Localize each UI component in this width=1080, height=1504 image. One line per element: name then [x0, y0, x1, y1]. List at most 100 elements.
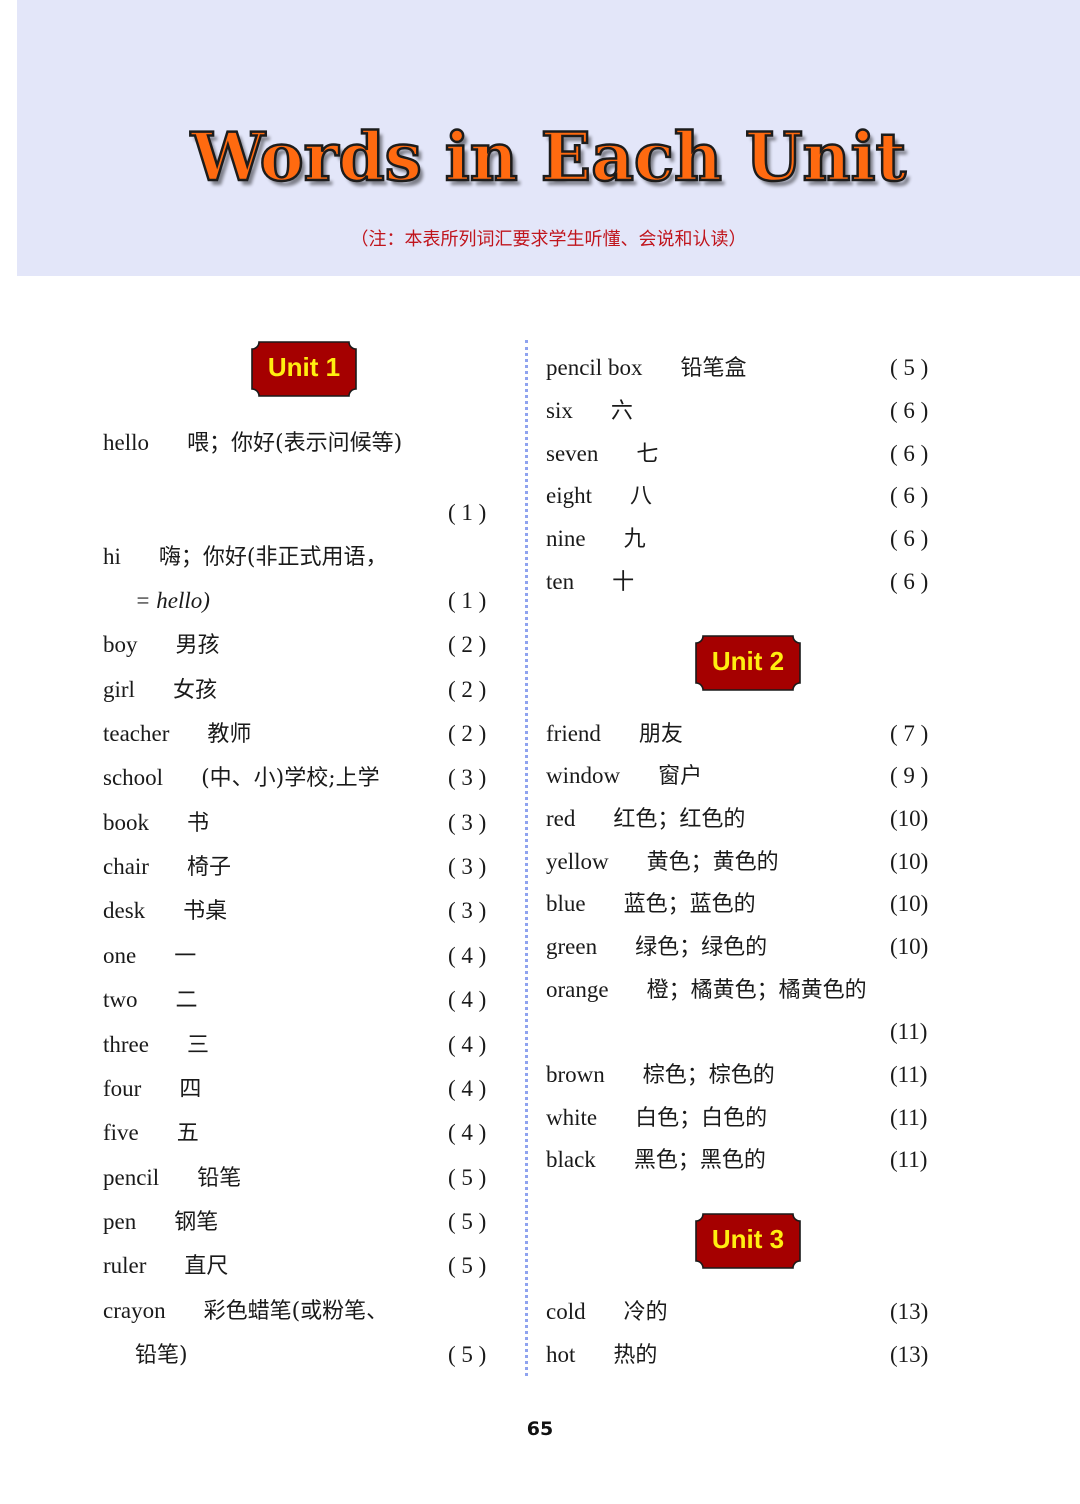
- word-en: three: [103, 1032, 149, 1057]
- word-row: hi 嗨；你好(非正式用语，: [103, 542, 387, 573]
- word-row: red 红色；红色的: [546, 804, 745, 835]
- word-row: five 五: [103, 1118, 199, 1149]
- unit-badge-label: Unit 1: [267, 352, 341, 382]
- unit-badge-label: Unit 3: [711, 1224, 785, 1254]
- word-en: hello: [103, 430, 149, 455]
- word-zh: 书: [187, 811, 210, 836]
- word-zh: 铅笔盒: [680, 356, 747, 381]
- page-ref: ( 5 ): [448, 1342, 487, 1367]
- word-en: red: [546, 806, 576, 831]
- word-zh: 十: [612, 570, 635, 595]
- word-row: black 黑色；黑色的: [546, 1145, 766, 1176]
- word-en: five: [103, 1120, 139, 1145]
- word-en: blue: [546, 891, 586, 916]
- word-zh: 蓝色；蓝色的: [623, 892, 756, 917]
- word-row-continued: 铅笔): [103, 1340, 188, 1371]
- word-row: two 二: [103, 985, 198, 1016]
- word-zh: 五: [176, 1121, 199, 1146]
- page-ref: ( 4 ): [448, 987, 487, 1012]
- page-ref: ( 4 ): [448, 1120, 487, 1145]
- word-zh: 书桌: [183, 899, 228, 924]
- page-ref: ( 3 ): [448, 898, 487, 923]
- word-en: nine: [546, 526, 586, 551]
- word-row: blue 蓝色；蓝色的: [546, 889, 756, 920]
- word-en: pen: [103, 1209, 137, 1234]
- word-en: pencil: [103, 1165, 160, 1190]
- word-zh-cont: 铅笔): [135, 1343, 188, 1368]
- word-row: eight 八: [546, 481, 652, 512]
- word-zh: 黑色；黑色的: [633, 1148, 766, 1173]
- word-row: girl 女孩: [103, 675, 217, 706]
- word-row: boy 男孩: [103, 630, 220, 661]
- word-zh: 朋友: [638, 722, 683, 747]
- word-row: chair 椅子: [103, 852, 231, 883]
- unit-badge-label: Unit 2: [711, 646, 785, 676]
- page-number: 65: [526, 1418, 554, 1440]
- page-ref: ( 4 ): [448, 943, 487, 968]
- page-ref: (11): [890, 1147, 928, 1172]
- word-en: hi: [103, 544, 121, 569]
- header-band: Words in Each Unit （注：本表所列词汇要求学生听懂、会说和认读…: [17, 0, 1080, 276]
- page-ref: (11): [890, 1062, 928, 1087]
- page-ref: ( 6 ): [890, 398, 929, 423]
- word-zh: 三: [186, 1033, 209, 1058]
- word-en: black: [546, 1147, 596, 1172]
- page-ref: ( 4 ): [448, 1032, 487, 1057]
- unit-badge-2: Unit 2: [695, 635, 801, 691]
- page-ref: ( 7 ): [890, 721, 929, 746]
- word-en: girl: [103, 677, 135, 702]
- word-zh: 窗户: [658, 764, 703, 789]
- word-row: desk 书桌: [103, 896, 227, 927]
- word-row: book 书: [103, 808, 209, 839]
- word-en: white: [546, 1105, 598, 1130]
- word-zh: 黄色；黄色的: [646, 850, 779, 875]
- word-row: school (中、小)学校;上学: [103, 763, 380, 794]
- word-row: pen 钢笔: [103, 1207, 218, 1238]
- word-en: yellow: [546, 849, 609, 874]
- page-ref: ( 1 ): [448, 500, 487, 525]
- word-row: six 六: [546, 396, 633, 427]
- page-ref: (10): [890, 806, 929, 831]
- page-ref: ( 2 ): [448, 721, 487, 746]
- word-en: chair: [103, 854, 149, 879]
- word-zh: 一: [174, 944, 197, 969]
- page-ref: (13): [890, 1342, 929, 1367]
- word-en: desk: [103, 898, 146, 923]
- word-en: book: [103, 810, 149, 835]
- word-zh: 橙；橘黄色；橘黄色的: [646, 978, 867, 1003]
- unit-badge-3: Unit 3: [695, 1213, 801, 1269]
- word-zh: 彩色蜡笔(或粉笔、: [203, 1299, 389, 1324]
- word-zh: 热的: [613, 1343, 658, 1368]
- word-en: seven: [546, 441, 599, 466]
- page-ref: ( 3 ): [448, 810, 487, 835]
- word-row: yellow 黄色；黄色的: [546, 847, 779, 878]
- word-zh: 铅笔: [197, 1166, 242, 1191]
- header-note: （注：本表所列词汇要求学生听懂、会说和认读）: [350, 229, 747, 250]
- word-row: friend 朋友: [546, 719, 683, 750]
- word-row: teacher 教师: [103, 719, 251, 750]
- word-en: ruler: [103, 1253, 147, 1278]
- word-en: hot: [546, 1342, 576, 1367]
- word-zh: (中、小)学校;上学: [201, 766, 380, 791]
- word-zh: 钢笔: [174, 1210, 219, 1235]
- page-ref: ( 6 ): [890, 441, 929, 466]
- page-ref: ( 5 ): [448, 1165, 487, 1190]
- word-row: nine 九: [546, 524, 646, 555]
- word-zh: 女孩: [172, 678, 217, 703]
- page-ref: (11): [890, 1105, 928, 1130]
- page-ref: ( 5 ): [448, 1253, 487, 1278]
- word-zh: 白色；白色的: [635, 1106, 768, 1131]
- word-zh: 绿色；绿色的: [635, 935, 768, 960]
- word-zh: 红色；红色的: [613, 807, 746, 832]
- page-ref: ( 6 ): [890, 526, 929, 551]
- word-row: cold 冷的: [546, 1297, 668, 1328]
- word-en: boy: [103, 632, 138, 657]
- word-en: eight: [546, 483, 592, 508]
- word-zh: 棕色；棕色的: [642, 1063, 775, 1088]
- word-en: six: [546, 398, 573, 423]
- word-en: friend: [546, 721, 601, 746]
- word-en: ten: [546, 569, 575, 594]
- word-en: crayon: [103, 1298, 166, 1323]
- word-row: seven 七: [546, 439, 658, 470]
- word-row: ten 十: [546, 567, 634, 598]
